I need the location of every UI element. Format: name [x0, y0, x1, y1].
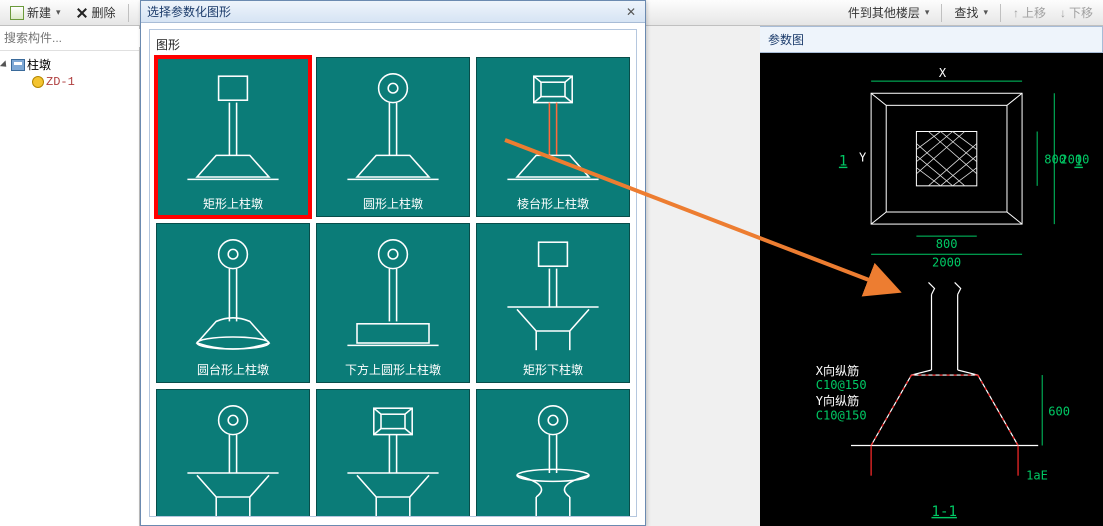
- shape-card[interactable]: 矩形下柱墩: [476, 223, 630, 383]
- dialog-titlebar: 选择参数化图形 ✕: [141, 1, 645, 23]
- shape-card[interactable]: 下方上圆形上柱墩: [316, 223, 470, 383]
- new-icon: [10, 6, 24, 20]
- shape-card[interactable]: 圆形上柱墩: [316, 57, 470, 217]
- up-label: 上移: [1022, 4, 1046, 21]
- dim-600: 600: [1048, 404, 1070, 418]
- chevron-down-icon: ▾: [925, 7, 930, 18]
- section-label: 1-1: [932, 504, 957, 520]
- shape-card[interactable]: 圆台形下柱墩: [476, 389, 630, 517]
- move-up-button[interactable]: ↑ 上移: [1007, 2, 1052, 23]
- arrow-up-icon: ↑: [1013, 6, 1019, 20]
- x-rebar-value: C10@150: [816, 378, 867, 392]
- tree-root-label: 柱墩: [27, 56, 51, 73]
- search-row: [0, 26, 139, 51]
- dim-2000b: 2000: [932, 255, 961, 269]
- shape-thumbnail: [481, 64, 625, 193]
- group-label: 图形: [156, 36, 630, 53]
- shape-card[interactable]: 棱台形下柱墩: [316, 389, 470, 517]
- dim-X: X: [939, 66, 947, 80]
- separator: [941, 4, 942, 22]
- delete-button[interactable]: 删除: [69, 2, 122, 23]
- shape-thumbnail: [481, 230, 625, 359]
- shape-card[interactable]: 圆台形上柱墩: [156, 223, 310, 383]
- shape-caption: 下方上圆形上柱墩: [345, 361, 441, 378]
- arrow-down-icon: ↓: [1060, 6, 1066, 20]
- delete-label: 删除: [92, 4, 116, 21]
- separator: [128, 4, 129, 22]
- move-down-button[interactable]: ↓ 下移: [1054, 2, 1099, 23]
- expand-icon: [0, 60, 9, 69]
- shape-caption: 矩形上柱墩: [203, 195, 263, 212]
- component-tree-panel: 柱墩 ZD-1: [0, 26, 140, 526]
- component-icon: [32, 76, 44, 88]
- shape-thumbnail: [161, 230, 305, 359]
- shape-caption: 矩形下柱墩: [523, 361, 583, 378]
- category-icon: [11, 59, 25, 71]
- dim-laE: 1aE: [1026, 469, 1048, 483]
- preview-canvas: X 800 2000 800 2000 Y 1 1: [760, 53, 1103, 526]
- down-label: 下移: [1069, 4, 1093, 21]
- component-tree: 柱墩 ZD-1: [0, 51, 139, 94]
- find-button[interactable]: 查找 ▾: [948, 2, 994, 23]
- tree-child-label: ZD-1: [46, 75, 75, 89]
- shape-group: 图形 矩形上柱墩 圆形上柱墩 棱台形上柱墩圆台形上柱墩 下方上圆形上柱墩 矩形下柱墩圆形…: [149, 29, 637, 517]
- preview-panel: 参数图: [760, 26, 1103, 526]
- shape-thumbnail: [321, 230, 465, 359]
- x-rebar-label: X向纵筋: [816, 363, 859, 378]
- delete-icon: [75, 6, 89, 20]
- preview-title: 参数图: [760, 26, 1103, 53]
- copy-to-floors-button[interactable]: 件到其他楼层 ▾: [842, 2, 936, 23]
- shape-thumbnail: [481, 396, 625, 517]
- new-button[interactable]: 新建 ▾: [4, 2, 67, 23]
- chevron-down-icon: ▾: [56, 7, 61, 18]
- shape-thumbnail: [161, 64, 305, 193]
- shape-picker-dialog: 选择参数化图形 ✕ 图形 矩形上柱墩 圆形上柱墩 棱台形上柱墩圆台形上柱墩 下方上圆形…: [140, 0, 646, 526]
- shape-caption: 圆形上柱墩: [363, 195, 423, 212]
- tree-node-root[interactable]: 柱墩: [2, 55, 137, 74]
- separator: [1000, 4, 1001, 22]
- shape-thumbnail: [321, 396, 465, 517]
- dim-Y: Y: [859, 151, 867, 165]
- tree-node-child[interactable]: ZD-1: [2, 74, 137, 90]
- shape-card[interactable]: 棱台形上柱墩: [476, 57, 630, 217]
- shape-caption: 圆台形上柱墩: [197, 361, 269, 378]
- close-icon[interactable]: ✕: [623, 5, 639, 19]
- sec-mark-l: 1: [839, 154, 847, 170]
- copy-label: 件到其他楼层: [848, 4, 920, 21]
- search-input[interactable]: [4, 29, 159, 47]
- dialog-title: 选择参数化图形: [147, 3, 231, 20]
- new-label: 新建: [27, 4, 51, 21]
- shape-caption: 棱台形上柱墩: [517, 195, 589, 212]
- y-rebar-label: Y向纵筋: [816, 393, 859, 408]
- shape-card[interactable]: 矩形上柱墩: [156, 57, 310, 217]
- shape-thumbnail: [161, 396, 305, 517]
- y-rebar-value: C10@150: [816, 408, 867, 422]
- dim-800b: 800: [936, 237, 958, 251]
- shape-grid: 矩形上柱墩 圆形上柱墩 棱台形上柱墩圆台形上柱墩 下方上圆形上柱墩 矩形下柱墩圆形下柱墩…: [156, 57, 630, 517]
- shape-thumbnail: [321, 64, 465, 193]
- sec-mark-r: 1: [1074, 154, 1082, 170]
- chevron-down-icon: ▾: [983, 7, 988, 18]
- find-label: 查找: [954, 4, 978, 21]
- shape-card[interactable]: 圆形下柱墩: [156, 389, 310, 517]
